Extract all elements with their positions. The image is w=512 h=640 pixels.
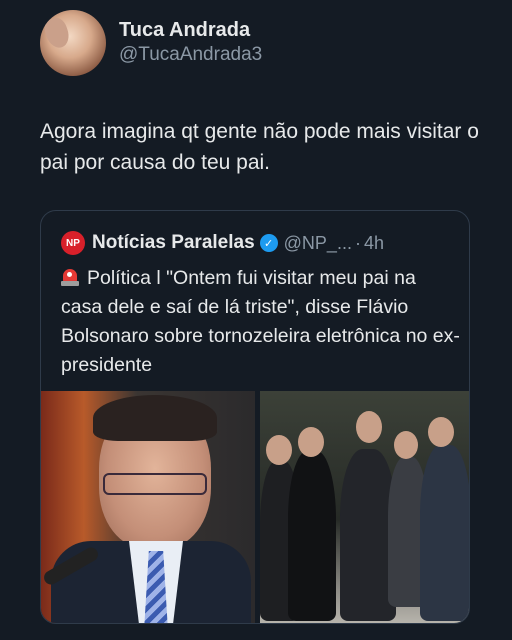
author-names: Tuca Andrada @TucaAndrada3	[119, 18, 262, 68]
crowd-head	[298, 427, 324, 457]
quoted-timestamp[interactable]: 4h	[364, 233, 384, 254]
crowd-figure	[420, 445, 469, 621]
quoted-media-photo-right[interactable]	[260, 391, 469, 623]
np-logo-avatar[interactable]: NP	[61, 231, 85, 255]
tweet-header: Tuca Andrada @TucaAndrada3	[40, 10, 262, 76]
tweet-text: Agora imagina qt gente não pode mais vis…	[40, 120, 479, 174]
quoted-media-photo-left[interactable]	[41, 391, 255, 623]
portrait-glasses	[103, 473, 207, 495]
quoted-text-body: Política l "Ontem fui visitar meu pai na…	[61, 267, 460, 376]
avatar-hand-shape	[41, 15, 73, 51]
quoted-tweet-header: NP Notícias Paralelas ✓ @NP_... · 4h	[61, 231, 384, 255]
author-display-name[interactable]: Tuca Andrada	[119, 18, 262, 42]
author-avatar[interactable]	[40, 10, 106, 76]
header-separator: ·	[354, 232, 361, 253]
quoted-tweet[interactable]: NP Notícias Paralelas ✓ @NP_... · 4h Pol…	[40, 210, 470, 624]
crowd-figure	[288, 451, 336, 621]
crowd-head	[356, 411, 382, 443]
crowd-head	[394, 431, 418, 459]
author-handle[interactable]: @TucaAndrada3	[119, 42, 262, 68]
verified-badge-icon: ✓	[259, 234, 278, 252]
quoted-tweet-text: Política l "Ontem fui visitar meu pai na…	[61, 264, 461, 380]
portrait-hair	[93, 395, 217, 441]
quoted-author-name[interactable]: Notícias Paralelas	[92, 232, 255, 254]
siren-icon	[61, 267, 79, 286]
crowd-head	[266, 435, 292, 465]
quoted-author-handle[interactable]: @NP_...	[284, 233, 352, 254]
crowd-head	[428, 417, 454, 447]
